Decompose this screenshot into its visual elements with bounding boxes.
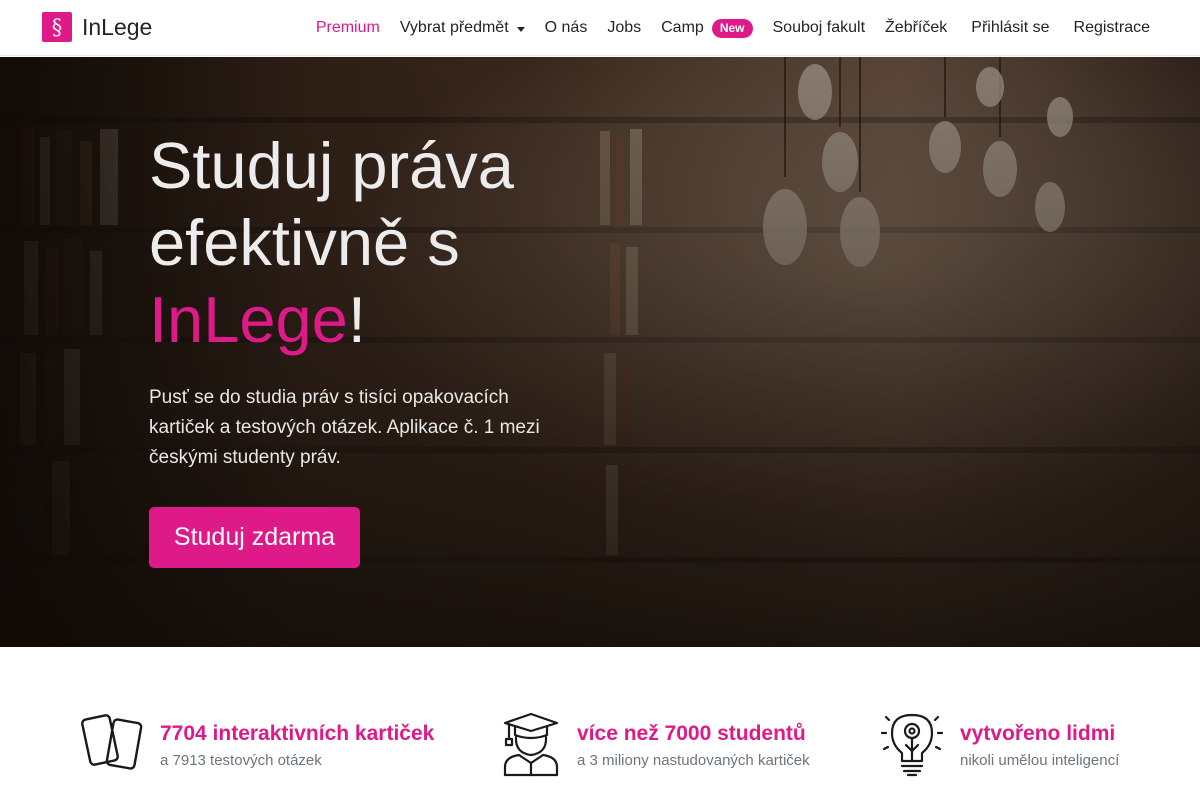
hero-title-line2: efektivně s: [149, 206, 460, 279]
feature-flashcards-text: 7704 interaktivních kartiček a 7913 test…: [160, 709, 434, 769]
feature-human-made-title: vytvořeno lidmi: [960, 722, 1116, 745]
nav-premium[interactable]: Premium: [316, 19, 380, 37]
nav-ranking[interactable]: Žebříček: [885, 19, 947, 37]
brand-name: InLege: [82, 13, 153, 40]
new-badge: New: [711, 18, 753, 38]
graduate-icon: [503, 712, 559, 777]
feature-students-text: více než 7000 studentů a 3 miliony nastu…: [577, 709, 810, 769]
nav-subject-dropdown[interactable]: Vybrat předmět: [400, 19, 525, 37]
nav-camp[interactable]: Camp New: [661, 18, 753, 38]
feature-human-made-text: vytvořeno lidmi nikoli umělou inteligenc…: [960, 709, 1119, 769]
navbar: § InLege Premium Vybrat předmět O nás Jo…: [0, 0, 1200, 56]
hero-description: Pusť se do studia práv s tisíci opakovac…: [149, 387, 540, 468]
feature-students-subtitle: a 3 miliony nastudovaných kartiček: [577, 752, 810, 769]
nav-jobs[interactable]: Jobs: [607, 19, 641, 37]
nav-faculty-battle[interactable]: Souboj fakult: [773, 19, 866, 37]
hero-title-end: !: [347, 283, 366, 356]
chevron-down-icon: [516, 26, 525, 32]
feature-flashcards-subtitle: a 7913 testových otázek: [160, 752, 322, 769]
main-nav: Premium Vybrat předmět O nás Jobs Camp N…: [316, 0, 1150, 56]
feature-human-made: vytvořeno lidmi nikoli umělou inteligenc…: [880, 709, 1119, 777]
feature-flashcards-title: 7704 interaktivních kartiček: [160, 722, 435, 745]
nav-about[interactable]: O nás: [545, 19, 588, 37]
lightbulb-icon: [880, 713, 944, 777]
study-free-button[interactable]: Studuj zdarma: [149, 507, 360, 568]
hero-content: Studuj práva efektivně s InLege! Pusť se…: [149, 127, 609, 568]
features-section: 7704 interaktivních kartiček a 7913 test…: [0, 647, 1200, 800]
feature-students: více než 7000 studentů a 3 miliony nastu…: [497, 709, 810, 777]
hero-title-line1: Studuj práva: [149, 129, 514, 202]
nav-login[interactable]: Přihlásit se: [971, 19, 1049, 37]
flashcards-icon: [81, 714, 143, 770]
hero-title-brand: InLege: [149, 283, 348, 356]
nav-register[interactable]: Registrace: [1074, 19, 1150, 37]
feature-human-made-subtitle: nikoli umělou inteligencí: [960, 752, 1120, 769]
feature-students-title: více než 7000 studentů: [577, 722, 806, 745]
hero-title: Studuj práva efektivně s InLege!: [149, 127, 609, 358]
brand-link[interactable]: § InLege: [42, 11, 152, 43]
nav-subject-label: Vybrat předmět: [399, 19, 509, 36]
hero-section: Studuj práva efektivně s InLege! Pusť se…: [0, 57, 1200, 647]
feature-flashcards: 7704 interaktivních kartiček a 7913 test…: [80, 709, 434, 777]
brand-logo-icon: §: [42, 12, 72, 42]
nav-camp-label: Camp: [661, 19, 704, 36]
